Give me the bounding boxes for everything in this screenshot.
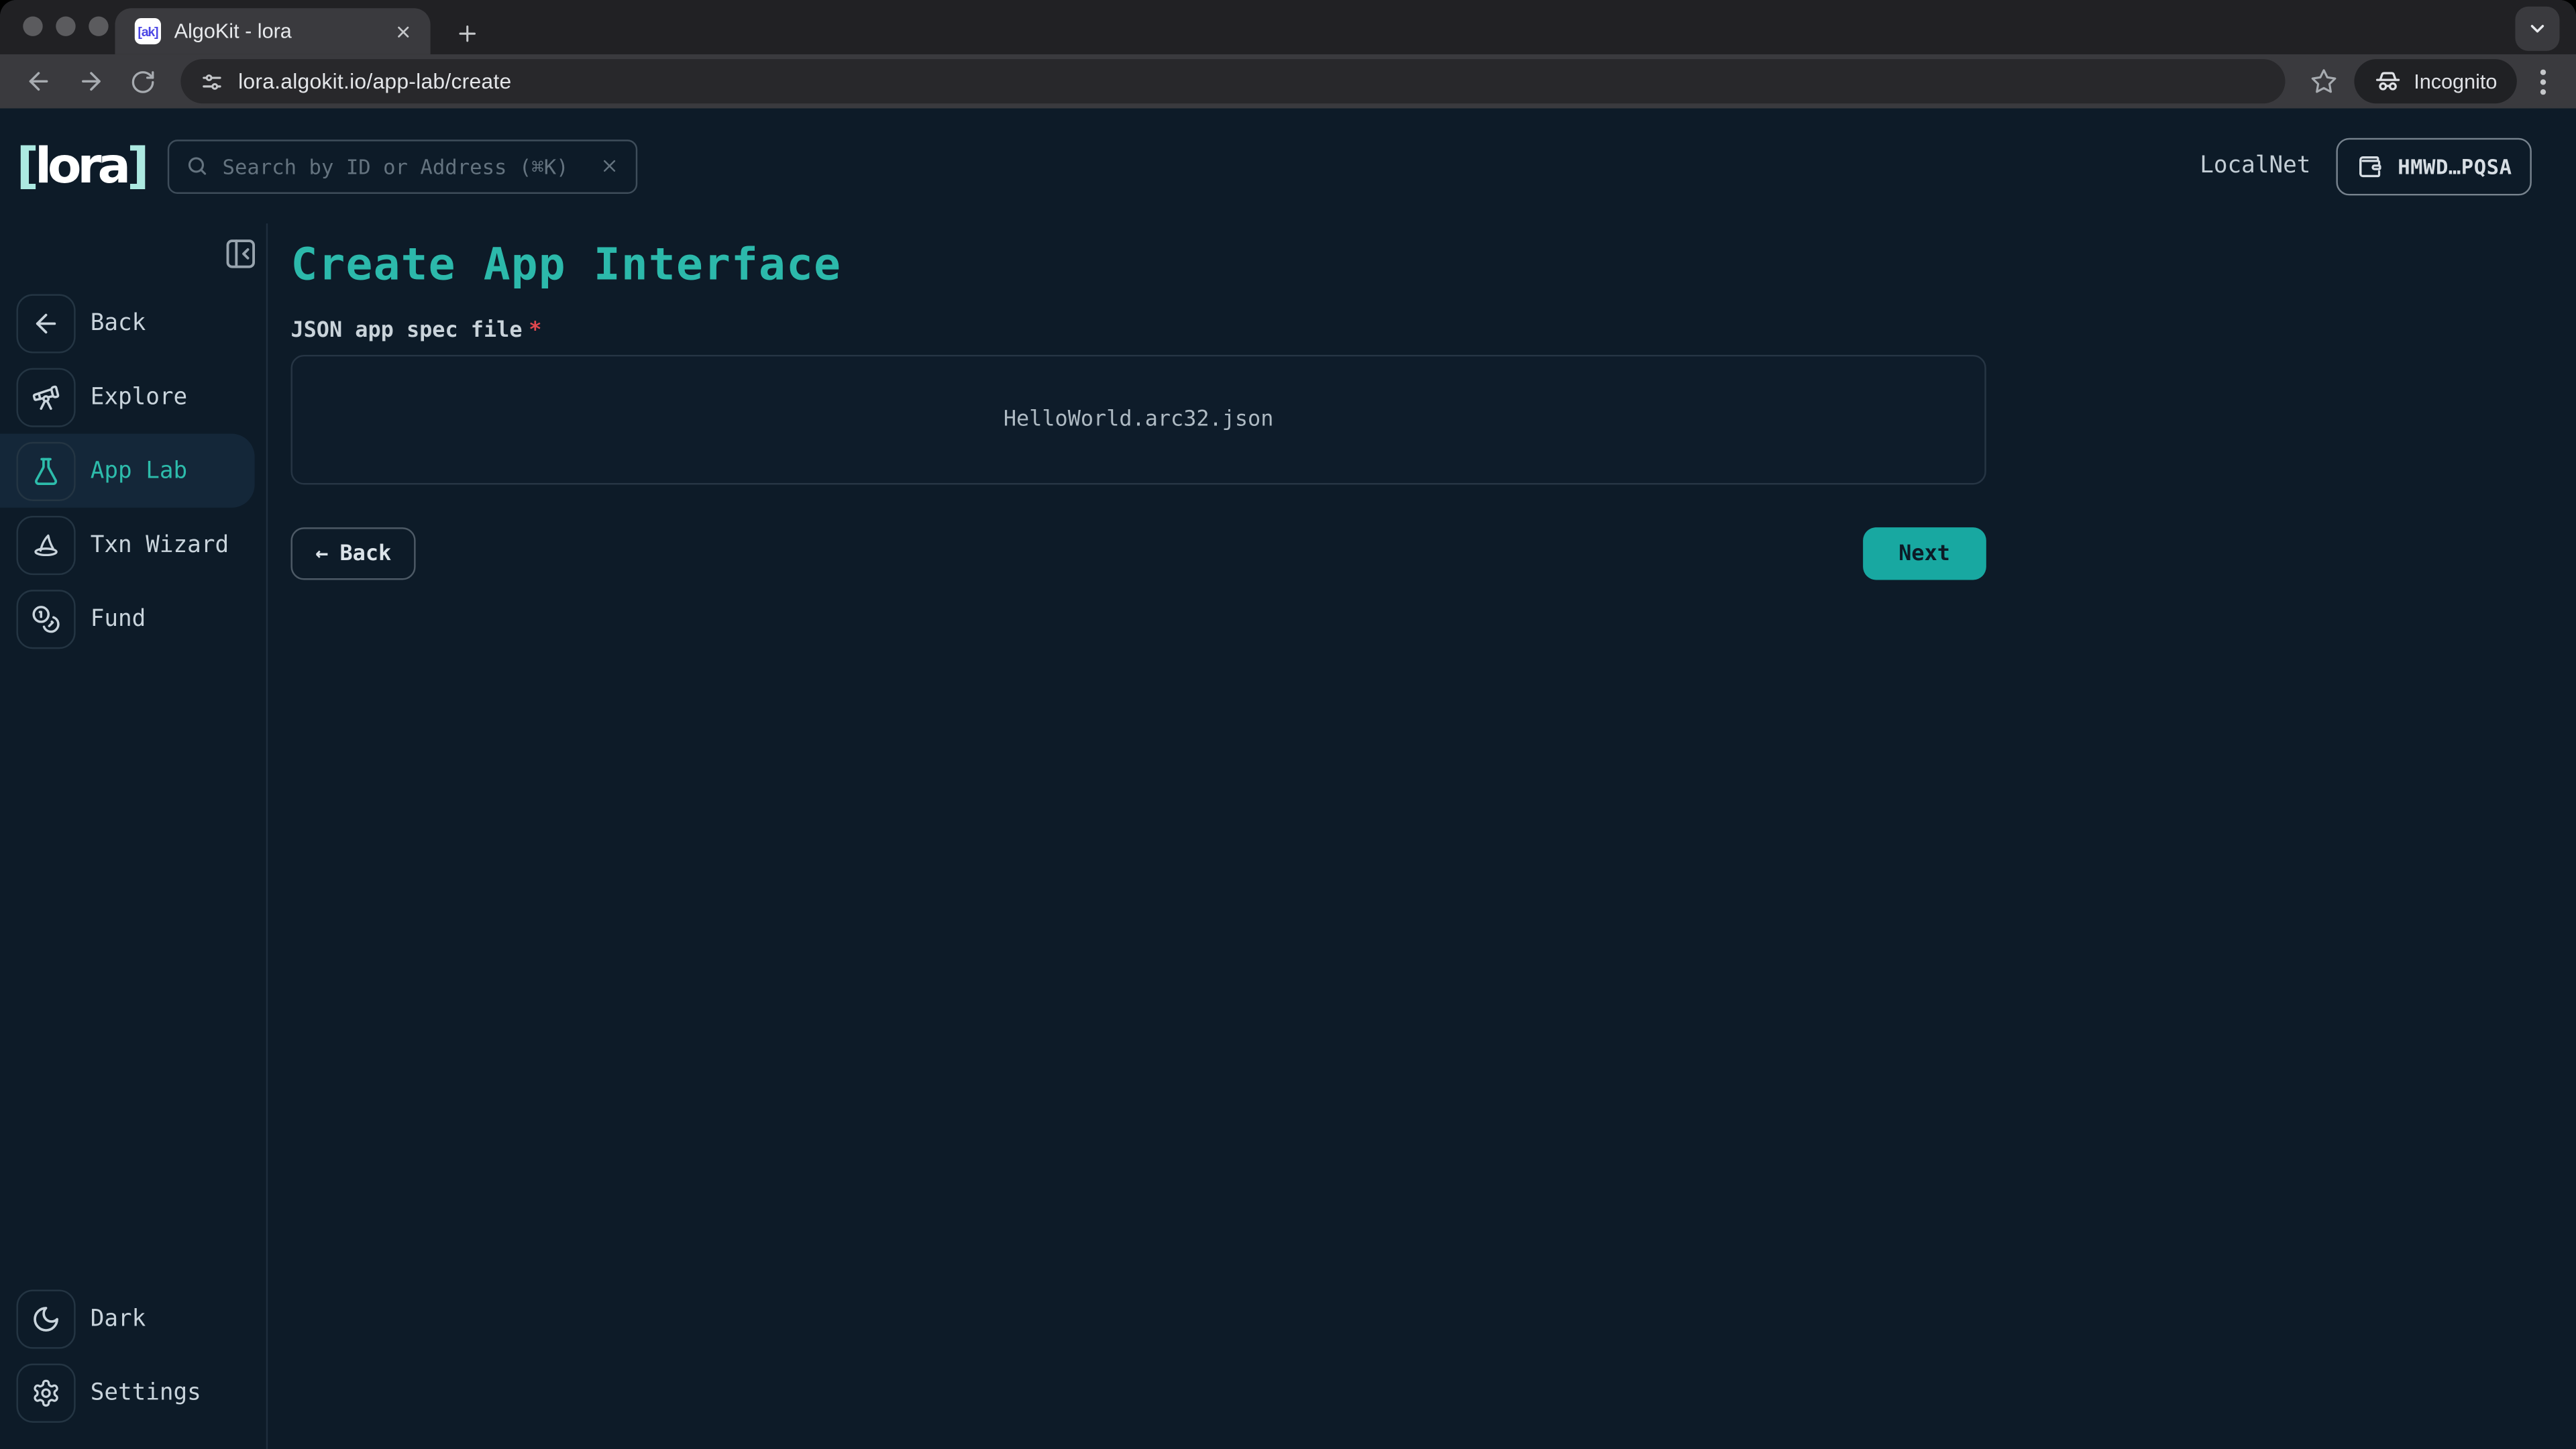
url-bar[interactable]: lora.algokit.io/app-lab/create [180,59,2286,103]
browser-reload-icon[interactable] [121,60,164,103]
sidebar-item-label: Back [91,310,146,336]
wallet-button[interactable]: HMWD…PQSA [2337,137,2532,195]
browser-toolbar: lora.algokit.io/app-lab/create Incognito [0,54,2576,109]
sidebar-item-txn-wizard[interactable]: Txn Wizard [0,508,255,582]
sidebar-collapse-button[interactable] [223,237,258,271]
minimize-window-button[interactable] [56,16,75,36]
browser-back-icon[interactable] [16,60,59,103]
incognito-icon [2374,67,2402,95]
scale-wrapper: [ak] AlgoKit - lora [0,0,2576,1449]
maximize-window-button[interactable] [89,16,108,36]
panel-left-close-icon [223,237,258,271]
arrow-left-icon [16,293,75,352]
main-content: Create App Interface JSON app spec file *… [268,223,2576,1449]
telescope-icon [16,367,75,426]
body-row: Back Explore App Lab [0,223,2576,1449]
browser-menu-icon[interactable] [2527,68,2560,95]
sidebar-item-dark-mode[interactable]: Dark [0,1281,255,1355]
browser-forward-icon[interactable] [69,60,112,103]
sidebar-item-back[interactable]: Back [0,286,255,360]
required-marker: * [529,319,541,343]
back-button-label: Back [340,541,392,566]
wizard-hat-icon [16,515,75,574]
tab-strip: [ak] AlgoKit - lora [0,0,2576,54]
sidebar-item-label: Fund [91,605,146,631]
sidebar-item-fund[interactable]: Fund [0,582,255,655]
gear-icon [16,1362,75,1421]
close-window-button[interactable] [23,16,42,36]
back-button[interactable]: ← Back [290,527,415,580]
incognito-label: Incognito [2414,70,2497,93]
coins-icon [16,589,75,648]
incognito-badge: Incognito [2355,59,2517,103]
app-page: [lora] LocalNet HMWD…PQSA [0,109,2576,1449]
tab-title: AlgoKit - lora [174,19,388,42]
field-label: JSON app spec file * [290,319,2576,343]
form-actions: ← Back Next [290,527,1986,580]
wallet-icon [2357,152,2385,180]
field-label-text: JSON app spec file [290,319,522,343]
page-title: Create App Interface [290,240,2576,291]
header-right: LocalNet HMWD…PQSA [2200,137,2532,195]
browser-window: [ak] AlgoKit - lora [0,0,2576,1449]
search-clear-icon[interactable] [600,156,620,176]
sidebar-item-explore[interactable]: Explore [0,360,255,433]
bookmark-star-icon[interactable] [2302,60,2345,103]
sidebar-item-label: Txn Wizard [91,531,229,557]
next-button[interactable]: Next [1862,527,1986,580]
file-dropzone[interactable]: HelloWorld.arc32.json [290,355,1986,484]
wallet-address-label: HMWD…PQSA [2398,154,2512,178]
uploaded-file-name: HelloWorld.arc32.json [1004,407,1274,432]
search-icon [186,154,209,177]
search-bar[interactable] [168,139,638,193]
app-header: [lora] LocalNet HMWD…PQSA [0,109,2576,223]
sidebar-item-label: Explore [91,384,188,410]
sidebar-nav: Back Explore App Lab [0,286,266,655]
traffic-lights[interactable] [23,16,108,36]
logo-bracket-right: ] [127,137,145,195]
logo-name: lora [35,137,127,195]
tab-search-chevron-button[interactable] [2515,7,2559,51]
search-input[interactable] [223,154,588,178]
browser-tab[interactable]: [ak] AlgoKit - lora [115,8,430,54]
lora-logo[interactable]: [lora] [16,137,145,195]
browser-chrome: [ak] AlgoKit - lora [0,0,2576,109]
sidebar-item-settings[interactable]: Settings [0,1355,255,1429]
network-label[interactable]: LocalNet [2200,153,2310,179]
new-tab-button[interactable] [447,13,486,53]
logo-bracket-left: [ [16,137,34,195]
tab-close-icon[interactable] [388,16,417,46]
tab-favicon: [ak] [135,18,161,44]
sidebar-item-label: App Lab [91,458,188,484]
site-settings-icon[interactable] [201,70,223,93]
back-arrow-icon: ← [315,541,328,566]
sidebar-item-label: Dark [91,1305,146,1332]
sidebar: Back Explore App Lab [0,223,268,1449]
sidebar-item-label: Settings [91,1379,201,1405]
flask-icon [16,441,75,500]
sidebar-item-app-lab[interactable]: App Lab [0,434,255,508]
moon-icon [16,1289,75,1348]
sidebar-footer: Dark Settings [0,1281,266,1449]
url-text: lora.algokit.io/app-lab/create [238,69,511,94]
